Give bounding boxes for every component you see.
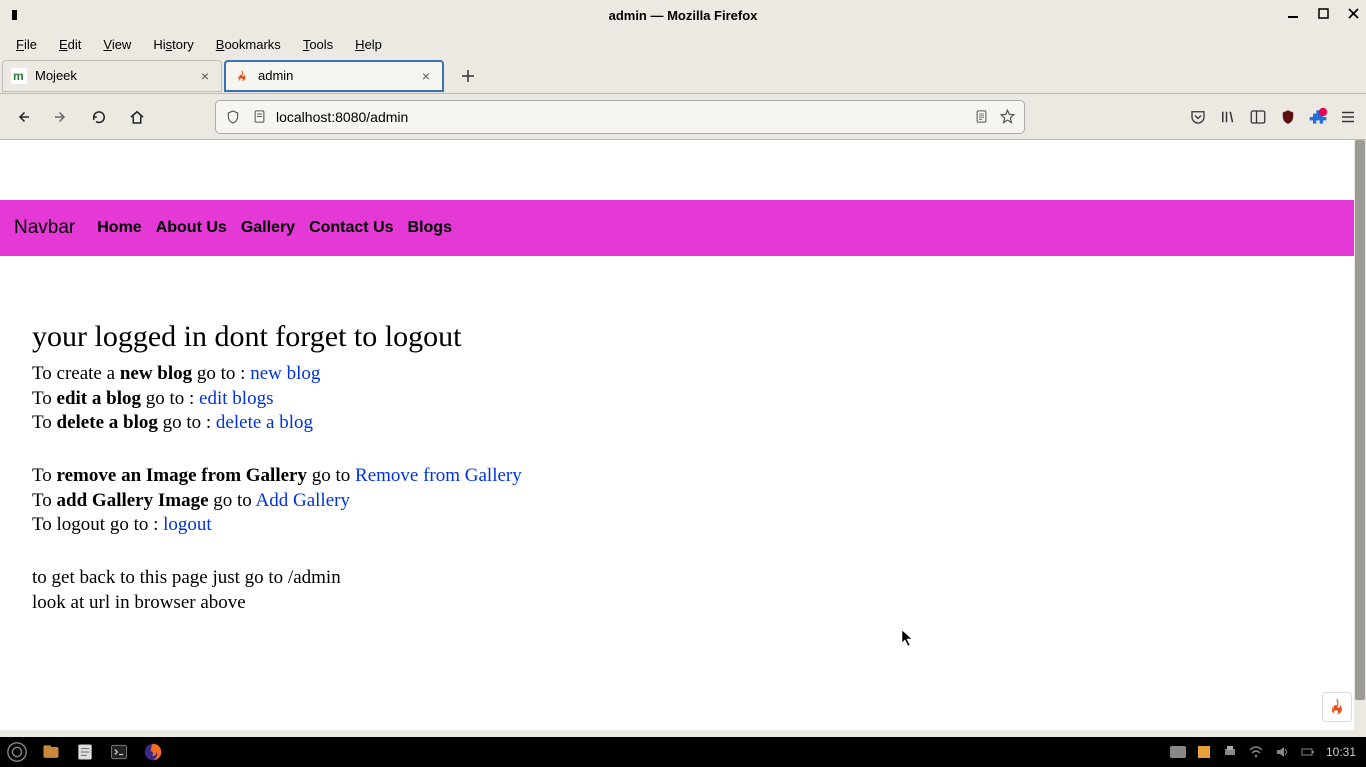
- shield-icon[interactable]: [224, 108, 242, 126]
- codeigniter-favicon-icon: [234, 68, 250, 84]
- terminal-icon[interactable]: [106, 739, 132, 765]
- window-title: admin — Mozilla Firefox: [609, 8, 758, 23]
- taskbar: 10:31: [0, 737, 1366, 767]
- window-minimize-button[interactable]: [1284, 4, 1302, 22]
- new-tab-button[interactable]: [454, 62, 482, 90]
- new-blog-link[interactable]: new blog: [250, 363, 320, 384]
- text-editor-icon[interactable]: [72, 739, 98, 765]
- tabbar: m Mojeek × admin ×: [0, 58, 1366, 94]
- delete-blog-line: To delete a blog go to : delete a blog: [32, 411, 1334, 436]
- vertical-scrollbar[interactable]: [1354, 140, 1366, 730]
- logout-line: To logout go to : logout: [32, 513, 1334, 538]
- nav-gallery[interactable]: Gallery: [241, 219, 295, 237]
- nav-blogs[interactable]: Blogs: [408, 219, 452, 237]
- nav-about[interactable]: About Us: [156, 219, 227, 237]
- page-navbar: Navbar Home About Us Gallery Contact Us …: [0, 200, 1366, 256]
- printer-icon[interactable]: [1222, 744, 1238, 760]
- notification-icon[interactable]: [1196, 744, 1212, 760]
- urlbar[interactable]: [215, 100, 1025, 134]
- file-manager-icon[interactable]: [38, 739, 64, 765]
- clock[interactable]: 10:31: [1326, 745, 1356, 759]
- url-input[interactable]: [276, 109, 964, 125]
- flame-icon: [1327, 697, 1347, 717]
- app-menu-icon[interactable]: [4, 739, 30, 765]
- codeigniter-badge[interactable]: [1322, 692, 1352, 722]
- page-viewport: Navbar Home About Us Gallery Contact Us …: [0, 140, 1366, 730]
- library-icon[interactable]: [1218, 107, 1238, 127]
- extension-icon[interactable]: [1308, 107, 1328, 127]
- tab-close-button[interactable]: ×: [418, 68, 434, 84]
- hamburger-menu-icon[interactable]: [1338, 107, 1358, 127]
- back-button[interactable]: [8, 102, 38, 132]
- home-button[interactable]: [122, 102, 152, 132]
- battery-icon[interactable]: [1300, 744, 1316, 760]
- menu-edit[interactable]: Edit: [51, 33, 89, 56]
- tab-title: admin: [258, 68, 410, 83]
- window-indicator-icon: [12, 10, 17, 20]
- firefox-icon[interactable]: [140, 739, 166, 765]
- ublock-icon[interactable]: [1278, 107, 1298, 127]
- reader-mode-icon[interactable]: [972, 108, 990, 126]
- forward-button[interactable]: [46, 102, 76, 132]
- window-maximize-button[interactable]: [1314, 4, 1332, 22]
- menu-help[interactable]: Help: [347, 33, 390, 56]
- add-gallery-line: To add Gallery Image go to Add Gallery: [32, 489, 1334, 514]
- edit-blogs-link[interactable]: edit blogs: [199, 388, 273, 409]
- tab-mojeek[interactable]: m Mojeek ×: [2, 60, 222, 92]
- window-titlebar: admin — Mozilla Firefox: [0, 0, 1366, 30]
- menubar: File Edit View History Bookmarks Tools H…: [0, 30, 1366, 58]
- scrollbar-thumb[interactable]: [1355, 140, 1365, 700]
- admin-hint-line1: to get back to this page just go to /adm…: [32, 566, 1334, 591]
- pocket-icon[interactable]: [1188, 107, 1208, 127]
- wifi-icon[interactable]: [1248, 744, 1264, 760]
- menu-bookmarks[interactable]: Bookmarks: [208, 33, 289, 56]
- window-close-button[interactable]: [1344, 4, 1362, 22]
- sidebar-icon[interactable]: [1248, 107, 1268, 127]
- add-gallery-link[interactable]: Add Gallery: [256, 490, 350, 511]
- navbar-brand[interactable]: Navbar: [14, 217, 75, 239]
- tab-admin[interactable]: admin ×: [224, 60, 444, 92]
- bookmark-star-icon[interactable]: [998, 108, 1016, 126]
- menu-tools[interactable]: Tools: [295, 33, 341, 56]
- mouse-cursor-icon: [901, 629, 915, 652]
- tab-close-button[interactable]: ×: [197, 68, 213, 84]
- admin-hint-line2: look at url in browser above: [32, 591, 1334, 616]
- page-heading: your logged in dont forget to logout: [32, 320, 1334, 354]
- delete-blog-link[interactable]: delete a blog: [216, 412, 313, 433]
- menu-file[interactable]: File: [8, 33, 45, 56]
- nav-home[interactable]: Home: [97, 219, 141, 237]
- tab-title: Mojeek: [35, 68, 189, 83]
- remove-gallery-link[interactable]: Remove from Gallery: [355, 465, 522, 486]
- remove-gallery-line: To remove an Image from Gallery go to Re…: [32, 464, 1334, 489]
- svg-text:m: m: [13, 69, 24, 83]
- mojeek-favicon-icon: m: [11, 68, 27, 84]
- edit-blog-line: To edit a blog go to : edit blogs: [32, 387, 1334, 412]
- reload-button[interactable]: [84, 102, 114, 132]
- keyboard-icon[interactable]: [1170, 744, 1186, 760]
- toolbar: [0, 94, 1366, 140]
- site-info-icon[interactable]: [250, 108, 268, 126]
- menu-history[interactable]: History: [145, 33, 201, 56]
- volume-icon[interactable]: [1274, 744, 1290, 760]
- nav-contact[interactable]: Contact Us: [309, 219, 393, 237]
- logout-link[interactable]: logout: [163, 514, 212, 535]
- menu-view[interactable]: View: [95, 33, 139, 56]
- create-blog-line: To create a new blog go to : new blog: [32, 362, 1334, 387]
